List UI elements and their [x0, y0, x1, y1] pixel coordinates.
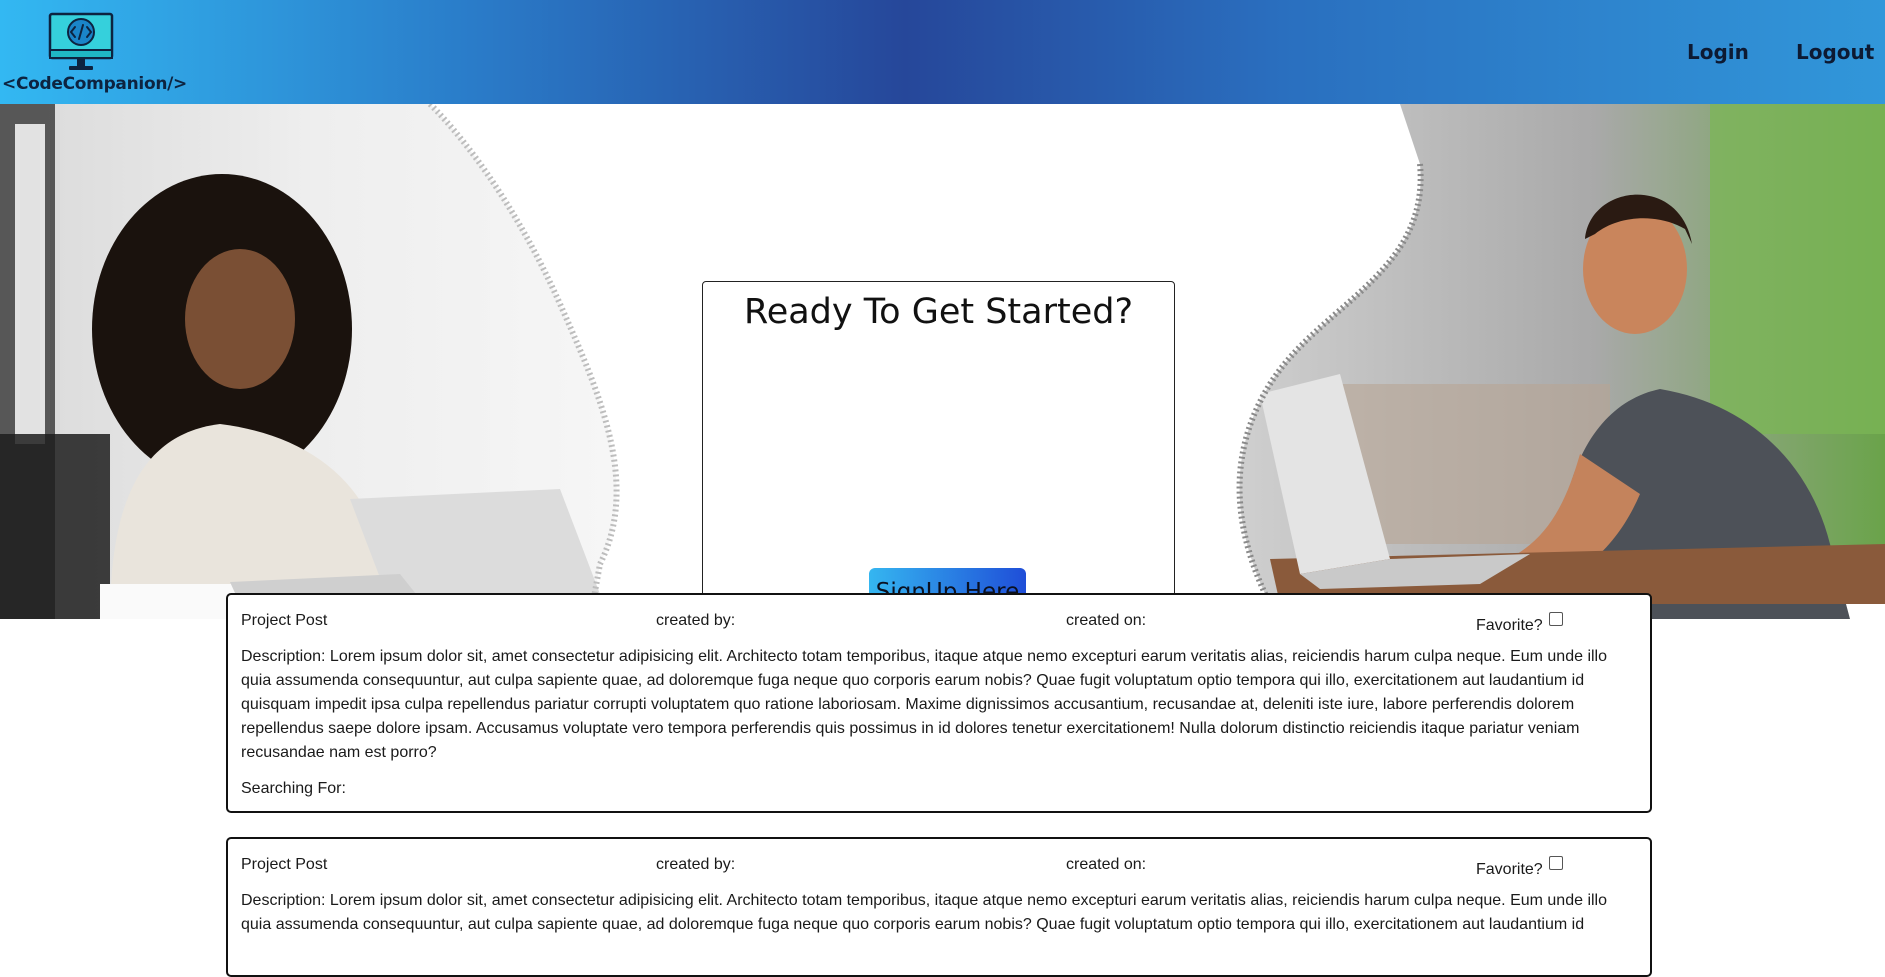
monitor-code-icon	[48, 12, 114, 70]
project-post: Project Post created by: created on: Fav…	[226, 837, 1652, 977]
hero-image-left	[0, 104, 620, 619]
post-searching-for-label: Searching For:	[241, 780, 346, 797]
hero-section: Ready To Get Started? SignUp Here	[0, 104, 1885, 619]
post-type-label: Project Post	[241, 612, 328, 629]
nav-logout-link[interactable]: Logout	[1796, 40, 1874, 64]
logo-text: <CodeCompanion/>	[2, 74, 187, 94]
nav-login-link[interactable]: Login	[1687, 40, 1749, 64]
post-description: Description: Lorem ipsum dolor sit, amet…	[241, 648, 1608, 761]
favorite-checkbox[interactable]	[1548, 612, 1563, 626]
favorite-checkbox[interactable]	[1548, 856, 1563, 870]
hero-image-right	[1236, 104, 1885, 619]
post-favorite: Favorite?	[1476, 856, 1563, 879]
post-created-by-label: created by:	[656, 612, 736, 629]
post-type-label: Project Post	[241, 856, 328, 873]
post-created-by-label: created by:	[656, 856, 736, 873]
project-post: Project Post created by: created on: Fav…	[226, 593, 1652, 813]
post-favorite: Favorite?	[1476, 612, 1563, 635]
site-logo[interactable]: <CodeCompanion/>	[0, 12, 187, 96]
post-created-on-label: created on:	[1066, 612, 1147, 629]
favorite-label: Favorite?	[1476, 861, 1543, 878]
favorite-label: Favorite?	[1476, 617, 1543, 634]
cta-title: Ready To Get Started?	[743, 292, 1134, 332]
signup-cta-card: Ready To Get Started? SignUp Here	[702, 281, 1175, 619]
site-header: <CodeCompanion/> Login Logout	[0, 0, 1885, 104]
post-description: Description: Lorem ipsum dolor sit, amet…	[241, 892, 1608, 933]
post-created-on-label: created on:	[1066, 856, 1147, 873]
